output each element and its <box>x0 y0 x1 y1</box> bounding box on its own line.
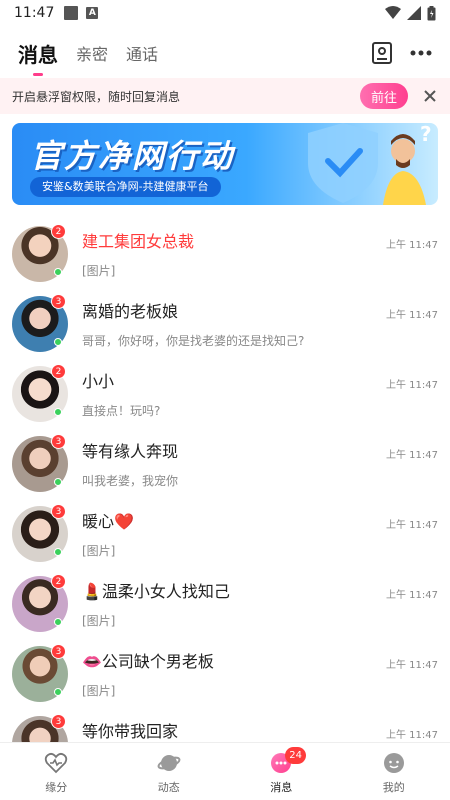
nav-item-messages[interactable]: 24 消息 <box>225 743 338 800</box>
list-item[interactable]: 3 👄公司缺个男老板 [图片] 上午 11:47 <box>0 638 450 708</box>
message-time: 上午 11:47 <box>386 520 438 531</box>
avatar-wrap: 2 <box>12 364 68 422</box>
last-message: [图片] <box>82 614 116 628</box>
message-time: 上午 11:47 <box>386 450 438 461</box>
list-item[interactable]: 3 等有缘人奔现 叫我老婆，我宠你 上午 11:47 <box>0 428 450 498</box>
status-time: 11:47 <box>14 5 55 21</box>
online-indicator <box>54 338 62 346</box>
list-item[interactable]: 2 小小 直接点！玩吗? 上午 11:47 <box>0 358 450 428</box>
shield-mascot-illustration: ? <box>308 123 432 205</box>
avatar-wrap: 3 <box>12 644 68 702</box>
nav-label: 我的 <box>382 781 405 794</box>
app-notification-icon: A <box>86 7 99 19</box>
tab-calls[interactable]: 通话 <box>126 41 158 65</box>
unread-badge: 2 <box>51 574 66 589</box>
wifi-icon <box>385 6 401 19</box>
banner-subtitle: 安鉴&数美联合净网-共建健康平台 <box>30 177 221 197</box>
last-message: [图片] <box>82 264 116 278</box>
notice-text: 开启悬浮窗权限，随时回复消息 <box>12 89 181 104</box>
contact-card-icon[interactable] <box>372 42 392 64</box>
last-message: [图片] <box>82 544 116 558</box>
message-time: 上午 11:47 <box>386 240 438 251</box>
nav-item-profile[interactable]: 我的 <box>338 743 450 800</box>
tab-messages[interactable]: 消息 <box>18 39 58 76</box>
nav-label: 缘分 <box>45 781 68 794</box>
online-indicator <box>54 478 62 486</box>
notification-icon <box>64 6 79 20</box>
contact-name: 小小 <box>82 372 115 391</box>
contact-name: 离婚的老板娘 <box>82 302 179 321</box>
more-icon[interactable] <box>410 50 432 56</box>
conversation-body: 暖心❤️ [图片] <box>82 506 438 559</box>
contact-name: 💄温柔小女人找知己 <box>82 582 230 601</box>
conversation-body: 💄温柔小女人找知己 [图片] <box>82 576 438 629</box>
online-indicator <box>54 408 62 416</box>
avatar-wrap: 2 <box>12 224 68 282</box>
message-time: 上午 11:47 <box>386 590 438 601</box>
message-time: 上午 11:47 <box>386 730 438 741</box>
online-indicator <box>54 268 62 276</box>
notice-go-button[interactable]: 前往 <box>360 83 408 109</box>
nav-item-fate[interactable]: 缘分 <box>0 743 113 800</box>
battery-icon <box>427 5 436 20</box>
nav-label: 动态 <box>157 781 180 794</box>
status-bar: 11:47 A <box>0 0 450 26</box>
online-indicator <box>54 618 62 626</box>
last-message: [图片] <box>82 684 116 698</box>
message-time: 上午 11:47 <box>386 660 438 671</box>
conversation-body: 等有缘人奔现 叫我老婆，我宠你 <box>82 436 438 489</box>
contact-name: 等有缘人奔现 <box>82 442 179 461</box>
conversation-body: 👄公司缺个男老板 [图片] <box>82 646 438 699</box>
last-message: 叫我老婆，我宠你 <box>82 474 179 488</box>
avatar-wrap: 2 <box>12 574 68 632</box>
nav-label: 消息 <box>270 781 293 794</box>
list-item[interactable]: 2 建工集团女总裁 [图片] 上午 11:47 <box>0 218 450 288</box>
unread-badge: 3 <box>51 504 66 519</box>
nav-item-moments[interactable]: 动态 <box>113 743 226 800</box>
unread-badge: 2 <box>51 224 66 239</box>
conversation-body: 小小 直接点！玩吗? <box>82 366 438 419</box>
close-icon[interactable] <box>422 88 438 104</box>
message-time: 上午 11:47 <box>386 310 438 321</box>
message-time: 上午 11:47 <box>386 380 438 391</box>
list-item[interactable]: 2 💄温柔小女人找知己 [图片] 上午 11:47 <box>0 568 450 638</box>
unread-badge: 3 <box>51 644 66 659</box>
tab-intimate[interactable]: 亲密 <box>76 41 108 65</box>
contact-name: 等你带我回家 <box>82 722 179 741</box>
unread-badge: 3 <box>51 294 66 309</box>
conversation-list: 2 建工集团女总裁 [图片] 上午 11:47 3 离婚的老板娘 哥哥，你好呀，… <box>0 218 450 778</box>
profile-face-icon <box>383 753 404 773</box>
signal-icon <box>407 6 421 20</box>
unread-badge: 3 <box>51 434 66 449</box>
banner-title: 官方净网行动 <box>30 137 235 175</box>
bottom-navigation: 缘分 动态 24 消息 我的 <box>0 742 450 800</box>
unread-badge: 3 <box>51 714 66 729</box>
planet-icon <box>157 755 181 771</box>
message-count-badge: 24 <box>285 747 306 764</box>
online-indicator <box>54 688 62 696</box>
top-header: 消息 亲密 通话 <box>0 30 450 76</box>
floating-window-notice: 开启悬浮窗权限，随时回复消息 前往 <box>0 78 450 114</box>
promo-banner[interactable]: 官方净网行动 安鉴&数美联合净网-共建健康平台 ? <box>12 123 438 205</box>
svg-text:?: ? <box>420 123 432 146</box>
avatar-wrap: 3 <box>12 294 68 352</box>
list-item[interactable]: 3 暖心❤️ [图片] 上午 11:47 <box>0 498 450 568</box>
contact-name: 👄公司缺个男老板 <box>82 652 214 671</box>
avatar-wrap: 3 <box>12 434 68 492</box>
avatar-wrap: 3 <box>12 504 68 562</box>
contact-name: 暖心❤️ <box>82 512 134 531</box>
list-item[interactable]: 3 离婚的老板娘 哥哥，你好呀，你是找老婆的还是找知己? 上午 11:47 <box>0 288 450 358</box>
unread-badge: 2 <box>51 364 66 379</box>
contact-name: 建工集团女总裁 <box>82 232 195 251</box>
last-message: 哥哥，你好呀，你是找老婆的还是找知己? <box>82 334 305 348</box>
heart-pulse-icon <box>45 752 68 774</box>
conversation-body: 建工集团女总裁 [图片] <box>82 226 438 279</box>
status-indicators <box>385 5 436 21</box>
last-message: 直接点！玩吗? <box>82 404 161 418</box>
online-indicator <box>54 548 62 556</box>
conversation-body: 离婚的老板娘 哥哥，你好呀，你是找老婆的还是找知己? <box>82 296 438 349</box>
